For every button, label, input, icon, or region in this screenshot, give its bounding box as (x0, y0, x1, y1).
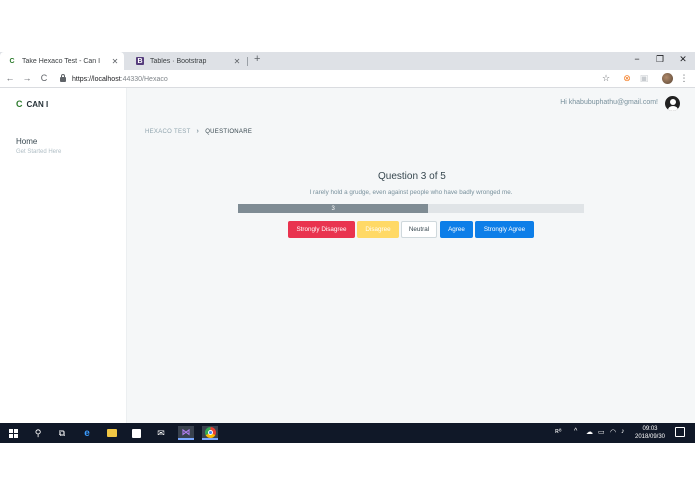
progress-fill: 3 (238, 204, 429, 213)
can-i-favicon-icon: C (9, 57, 15, 65)
progress-bar: 3 (238, 204, 584, 213)
strongly-disagree-button[interactable]: Strongly Disagree (288, 221, 355, 238)
forward-arrow-icon[interactable]: → (21, 73, 33, 83)
page-content: C CAN I Home Get Started Here Hi khabubu… (0, 88, 695, 423)
task-view-icon[interactable]: ⧉ (54, 426, 70, 440)
tab-title: Take Hexaco Test - Can I (22, 57, 101, 65)
close-window-button[interactable]: ✕ (676, 54, 690, 65)
question-text: I rarely hold a grudge, even against peo… (309, 189, 513, 196)
new-tab-button[interactable]: + (254, 53, 260, 65)
extension-icon[interactable]: ⊗ (621, 73, 633, 84)
restore-button[interactable]: ❐ (653, 54, 667, 65)
tab-divider (247, 57, 248, 66)
chevron-up-icon[interactable]: ^ (574, 428, 577, 435)
clock[interactable]: 09:03 2018/09/30 (633, 425, 667, 441)
windows-logo-icon (8, 428, 18, 438)
url-host: https://localhost (72, 75, 121, 83)
close-icon[interactable]: ✕ (232, 57, 242, 66)
mail-icon[interactable]: ✉ (153, 426, 169, 440)
can-i-logo-icon: C (16, 99, 23, 109)
below-taskbar-area (0, 443, 695, 494)
tab-strip: C Take Hexaco Test - Can I ✕ B Tables · … (0, 52, 695, 70)
clock-time: 09:03 (642, 426, 658, 432)
chrome-icon[interactable] (202, 426, 218, 440)
brand-logo[interactable]: C CAN I (16, 99, 48, 109)
wifi-icon[interactable]: ◠ (610, 428, 616, 436)
breadcrumb: HEXACO TEST › QUESTIONARE (145, 128, 252, 135)
neutral-button[interactable]: Neutral (401, 221, 437, 238)
menu-kebab-icon[interactable]: ⋮ (678, 73, 690, 84)
brand-name: CAN I (26, 99, 49, 109)
sidebar: C CAN I Home Get Started Here (0, 88, 127, 423)
windows-taskbar: ⚲ ⧉ e ✉ ⋈ ʀ⁸ ^ ☁ ▭ ◠ ♪ 09:03 2018/09/30 (0, 423, 695, 443)
url-path: :44330/Hexaco (120, 75, 168, 83)
breadcrumb-root[interactable]: HEXACO TEST (145, 129, 191, 135)
minimize-button[interactable]: − (630, 54, 644, 64)
extension-grey-icon[interactable]: ▣ (638, 73, 650, 84)
network-icon[interactable]: ▭ (598, 428, 605, 436)
bookmark-star-icon[interactable]: ☆ (600, 73, 612, 84)
breadcrumb-current: QUESTIONARE (205, 128, 253, 135)
screen: C Take Hexaco Test - Can I ✕ B Tables · … (0, 0, 695, 494)
tab-bootstrap[interactable]: B Tables · Bootstrap ✕ (128, 52, 246, 70)
question-title: Question 3 of 5 (378, 171, 446, 182)
browser-toolbar: ← → C https://localhost:44330/Hexaco ☆ ⊗… (0, 70, 695, 88)
strongly-agree-button[interactable]: Strongly Agree (475, 221, 534, 238)
user-greeting: Hi khabubuphathu@gmail.com! (560, 99, 658, 106)
people-icon[interactable]: ʀ⁸ (555, 428, 562, 435)
visual-studio-icon[interactable]: ⋈ (178, 426, 194, 440)
disagree-button[interactable]: Disagree (357, 221, 399, 238)
tab-hexaco[interactable]: C Take Hexaco Test - Can I ✕ (0, 52, 124, 70)
sidebar-item-home[interactable]: Home (16, 137, 37, 146)
volume-icon[interactable]: ♪ (621, 428, 625, 435)
bootstrap-favicon-icon: B (136, 57, 144, 65)
start-button[interactable] (5, 426, 21, 440)
address-bar[interactable]: https://localhost:44330/Hexaco (58, 72, 618, 86)
user-account-icon[interactable] (665, 96, 680, 111)
clock-date: 2018/09/30 (634, 434, 666, 440)
notification-icon[interactable] (675, 427, 685, 437)
search-icon[interactable]: ⚲ (30, 426, 46, 440)
profile-avatar[interactable] (662, 73, 673, 84)
sidebar-item-subtitle: Get Started Here (16, 149, 62, 155)
close-icon[interactable]: ✕ (110, 57, 120, 66)
chevron-right-icon: › (196, 128, 200, 135)
agree-button[interactable]: Agree (440, 221, 473, 238)
tab-title: Tables · Bootstrap (150, 57, 207, 65)
store-icon[interactable] (128, 426, 144, 440)
reload-icon[interactable]: C (38, 73, 50, 83)
cloud-icon[interactable]: ☁ (586, 428, 593, 436)
file-explorer-icon[interactable] (104, 426, 120, 440)
lock-icon (60, 73, 66, 82)
edge-browser-icon[interactable]: e (79, 426, 95, 440)
back-arrow-icon[interactable]: ← (4, 73, 16, 83)
